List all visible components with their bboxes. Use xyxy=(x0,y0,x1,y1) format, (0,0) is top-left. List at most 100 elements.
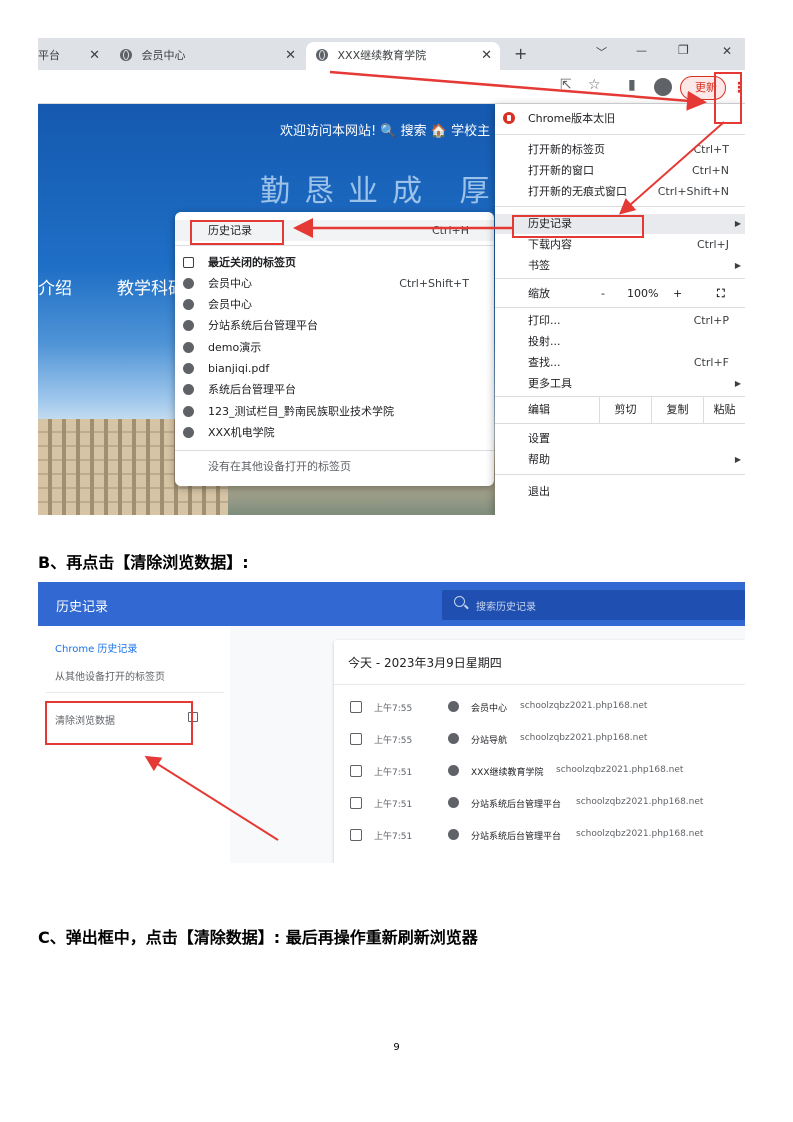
chevron-right-icon: ▶ xyxy=(734,379,741,388)
zoom-in-button[interactable]: + xyxy=(673,284,682,304)
globe-icon xyxy=(448,829,459,840)
menu-item-new-window[interactable]: 打开新的窗口 Ctrl+N xyxy=(495,161,745,181)
menu-item-more-tools[interactable]: 更多工具 ▶ xyxy=(495,374,745,394)
row-time: 上午7:51 xyxy=(374,832,413,842)
close-icon[interactable]: ✕ xyxy=(89,42,100,70)
history-card: 今天 - 2023年3月9日星期四 上午7:55 会员中心 schoolzqbz… xyxy=(334,640,745,863)
day-header: 今天 - 2023年3月9日星期四 xyxy=(348,656,502,670)
chevron-right-icon: ▶ xyxy=(734,261,741,270)
menu-item-downloads[interactable]: 下载内容 Ctrl+J xyxy=(495,235,745,255)
shortcut-label: Ctrl+F xyxy=(693,356,729,369)
row-checkbox[interactable] xyxy=(350,733,362,745)
row-checkbox[interactable] xyxy=(350,797,362,809)
row-checkbox[interactable] xyxy=(350,701,362,713)
star-icon[interactable]: ☆ xyxy=(588,77,601,93)
menu-item-cast[interactable]: 投射... xyxy=(495,332,745,352)
tab-member-center[interactable]: 会员中心 ✕ xyxy=(110,42,304,70)
history-item[interactable]: 系统后台管理平台 xyxy=(175,379,494,400)
shortcut-label: Ctrl+N xyxy=(691,164,729,177)
history-item[interactable]: demo演示 xyxy=(175,337,494,358)
paste-button[interactable]: 粘贴 xyxy=(703,397,745,423)
row-title[interactable]: XXX继续教育学院 xyxy=(471,765,544,778)
copy-button[interactable]: 复制 xyxy=(651,397,703,423)
search-input[interactable]: 搜索历史记录 xyxy=(442,590,745,620)
history-item-label: 系统后台管理平台 xyxy=(208,383,296,396)
divider xyxy=(175,450,494,451)
history-main: 今天 - 2023年3月9日星期四 上午7:55 会员中心 schoolzqbz… xyxy=(230,626,745,863)
history-item-label: 会员中心 xyxy=(208,277,252,290)
menu-item-settings[interactable]: 设置 xyxy=(495,429,745,449)
avatar[interactable] xyxy=(654,78,672,96)
history-header: 历史记录 搜索历史记录 xyxy=(38,582,745,626)
menu-item-help[interactable]: 帮助 ▶ xyxy=(495,450,745,470)
history-item-label: 123_测试栏目_黔南民族职业技术学院 xyxy=(208,405,394,418)
row-checkbox[interactable] xyxy=(350,829,362,841)
menu-label: 书签 xyxy=(528,259,550,272)
outdated-warning-item[interactable]: Chrome版本太旧 xyxy=(495,108,745,130)
minimize-button[interactable]: — xyxy=(636,44,647,57)
fullscreen-icon[interactable]: ⛶ xyxy=(717,284,725,304)
cut-button[interactable]: 剪切 xyxy=(599,397,651,423)
globe-icon xyxy=(183,406,194,417)
outdated-label: Chrome版本太旧 xyxy=(528,112,616,125)
history-item[interactable]: 会员中心 xyxy=(175,294,494,315)
history-item[interactable]: 会员中心 Ctrl+Shift+T xyxy=(175,273,494,294)
close-icon[interactable]: ✕ xyxy=(481,42,492,70)
row-checkbox[interactable] xyxy=(350,765,362,777)
sidebar-item-chrome-history[interactable]: Chrome 历史记录 xyxy=(55,640,137,655)
globe-icon xyxy=(183,278,194,289)
menu-label: 投射... xyxy=(528,335,561,348)
tab-strip: 平台 ✕ 会员中心 ✕ XXX继续教育学院 ✕ + ﹀ — ❐ ✕ xyxy=(38,38,745,70)
history-item-label: demo演示 xyxy=(208,341,262,354)
history-row[interactable]: 上午7:51 XXX继续教育学院 schoolzqbz2021.php168.n… xyxy=(334,756,745,788)
tab-search-icon[interactable]: ﹀ xyxy=(596,44,607,60)
row-title[interactable]: 分站系统后台管理平台 xyxy=(471,829,561,842)
divider xyxy=(334,684,745,685)
divider xyxy=(495,206,745,207)
history-item[interactable]: 123_测试栏目_黔南民族职业技术学院 xyxy=(175,401,494,422)
row-title[interactable]: 分站导航 xyxy=(471,733,507,746)
history-item[interactable]: XXX机电学院 xyxy=(175,422,494,443)
shortcut-label: Ctrl+P xyxy=(693,314,729,327)
sidepanel-icon[interactable]: ▮ xyxy=(628,77,636,93)
close-window-button[interactable]: ✕ xyxy=(722,44,732,58)
history-row[interactable]: 上午7:55 分站导航 schoolzqbz2021.php168.net xyxy=(334,724,745,756)
history-submenu: 历史记录 Ctrl+H 最近关闭的标签页 会员中心 Ctrl+Shift+T 会… xyxy=(175,212,494,486)
page-number: 9 xyxy=(393,1042,400,1053)
globe-icon xyxy=(183,342,194,353)
row-domain: schoolzqbz2021.php168.net xyxy=(520,733,648,743)
history-item[interactable]: bianjiqi.pdf xyxy=(175,358,494,379)
globe-icon xyxy=(120,49,132,61)
page-title: 历史记录 xyxy=(56,600,109,615)
maximize-button[interactable]: ❐ xyxy=(678,43,689,57)
tab-active-college[interactable]: XXX继续教育学院 ✕ xyxy=(306,42,500,70)
menu-item-print[interactable]: 打印... Ctrl+P xyxy=(495,311,745,331)
menu-item-bookmarks[interactable]: 书签 ▶ xyxy=(495,256,745,276)
shortcut-label: Ctrl+Shift+T xyxy=(399,277,469,290)
row-title[interactable]: 分站系统后台管理平台 xyxy=(471,797,561,810)
sidebar-item-other-devices[interactable]: 从其他设备打开的标签页 xyxy=(55,668,165,683)
site-nav-intro[interactable]: 介绍 xyxy=(38,274,72,299)
menu-item-find[interactable]: 查找... Ctrl+F xyxy=(495,353,745,373)
menu-item-exit[interactable]: 退出 xyxy=(495,482,745,502)
menu-item-new-tab[interactable]: 打开新的标签页 Ctrl+T xyxy=(495,140,745,160)
chrome-main-menu: Chrome版本太旧 打开新的标签页 Ctrl+T 打开新的窗口 Ctrl+N … xyxy=(495,104,745,515)
history-item-label: bianjiqi.pdf xyxy=(208,362,270,375)
zoom-out-button[interactable]: - xyxy=(601,284,605,304)
history-item[interactable]: 分站系统后台管理平台 xyxy=(175,315,494,336)
history-row[interactable]: 上午7:55 会员中心 schoolzqbz2021.php168.net xyxy=(334,692,745,724)
menu-label: 缩放 xyxy=(528,287,550,300)
close-icon[interactable]: ✕ xyxy=(285,42,296,70)
tab-platform[interactable]: 平台 ✕ xyxy=(38,42,108,70)
shortcut-label: Ctrl+H xyxy=(431,224,469,237)
tab-label: 平台 xyxy=(38,49,60,62)
history-row[interactable]: 上午7:51 分站系统后台管理平台 schoolzqbz2021.php168.… xyxy=(334,788,745,820)
row-title[interactable]: 会员中心 xyxy=(471,701,507,714)
divider xyxy=(46,692,224,693)
recent-closed-label: 最近关闭的标签页 xyxy=(208,256,296,269)
menu-item-incognito[interactable]: 打开新的无痕式窗口 Ctrl+Shift+N xyxy=(495,182,745,202)
new-tab-button[interactable]: + xyxy=(514,44,527,63)
globe-icon xyxy=(448,701,459,712)
history-row[interactable]: 上午7:51 分站系统后台管理平台 schoolzqbz2021.php168.… xyxy=(334,820,745,852)
share-icon[interactable]: ⇱ xyxy=(560,77,572,93)
